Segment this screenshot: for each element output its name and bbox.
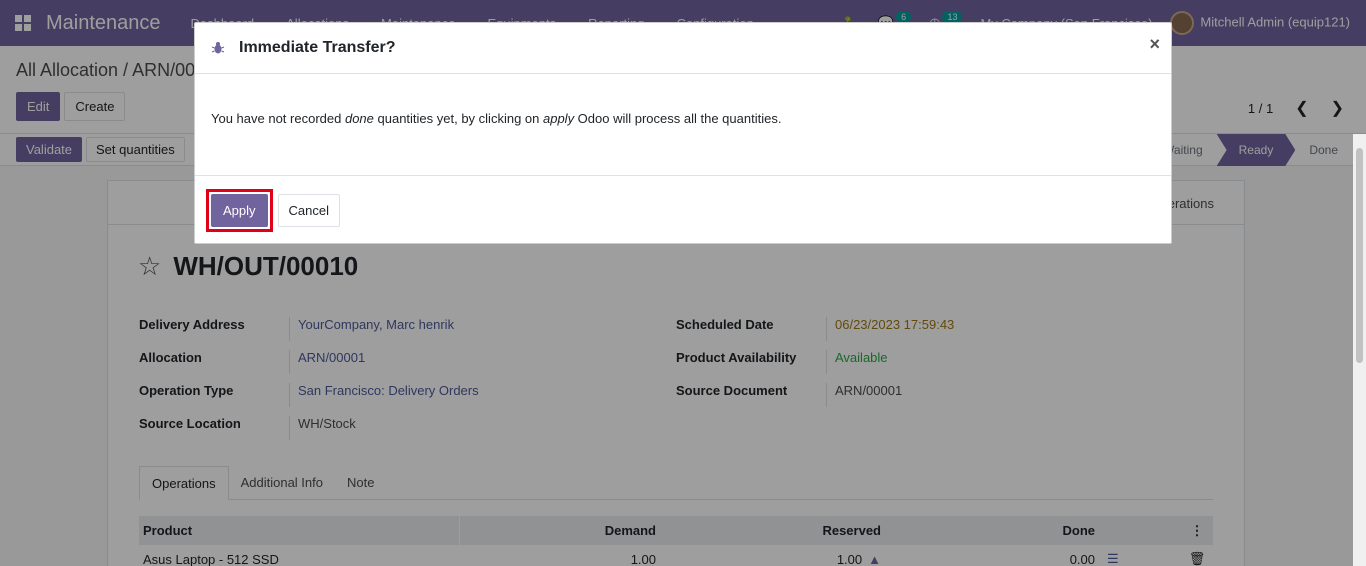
modal-title: Immediate Transfer? xyxy=(239,39,396,56)
body-emphasis-done: done xyxy=(344,111,374,126)
bug-icon xyxy=(211,42,225,54)
close-icon[interactable]: × xyxy=(1149,34,1160,55)
apply-highlight: Apply xyxy=(206,188,273,232)
body-emphasis-apply: apply xyxy=(542,111,575,126)
apply-button[interactable]: Apply xyxy=(211,193,268,227)
body-text-3: Odoo will process all the quantities. xyxy=(574,111,782,126)
scrollbar-thumb[interactable] xyxy=(1356,148,1363,363)
immediate-transfer-dialog: Immediate Transfer? × You have not recor… xyxy=(194,22,1172,244)
modal-body: You have not recorded done quantities ye… xyxy=(195,74,1171,176)
modal-header: Immediate Transfer? × xyxy=(195,23,1171,74)
body-text-1: You have not recorded xyxy=(211,111,345,126)
body-text-2: quantities yet, by clicking on xyxy=(373,111,543,126)
cancel-button[interactable]: Cancel xyxy=(277,193,340,227)
modal-footer: Apply Cancel xyxy=(195,176,1171,244)
page-scrollbar[interactable] xyxy=(1353,134,1366,566)
